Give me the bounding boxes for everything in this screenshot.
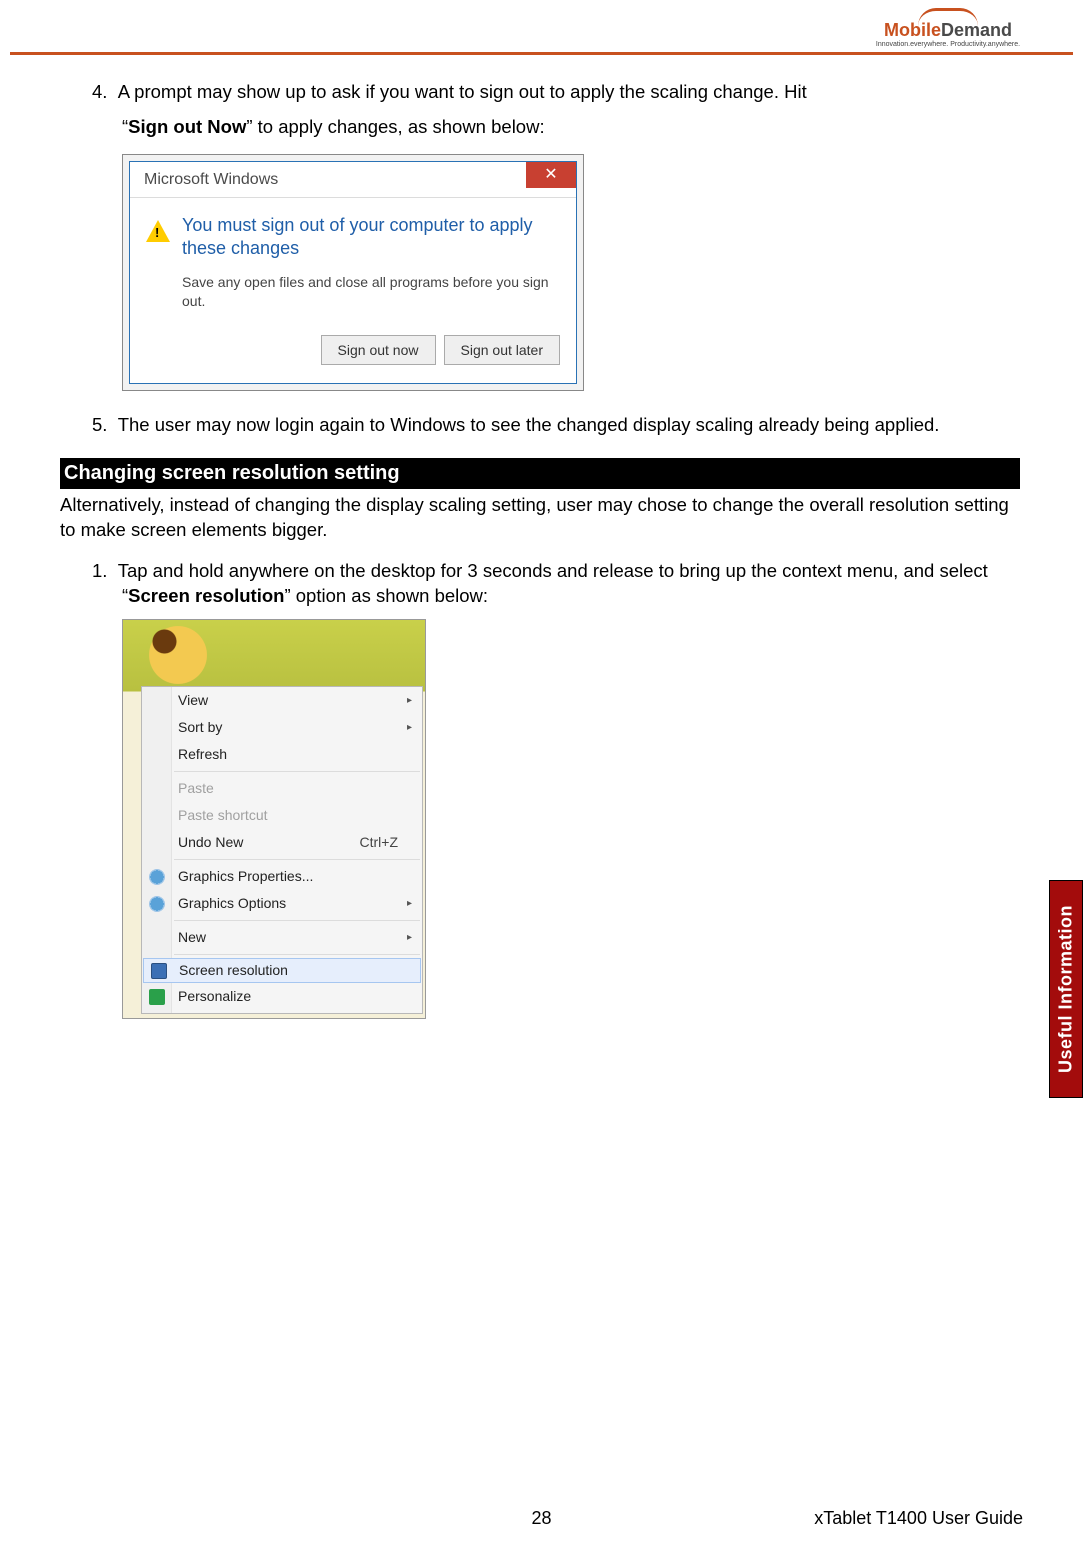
signout-dialog-screenshot: Microsoft Windows ✕ You must sign out of…	[122, 154, 584, 391]
intel-icon	[149, 869, 165, 885]
section-heading: Changing screen resolution setting	[60, 458, 1020, 489]
dialog-sub-text: Save any open files and close all progra…	[182, 273, 560, 311]
intel-icon	[149, 896, 165, 912]
chevron-right-icon: ▸	[407, 931, 412, 945]
page-number: 28	[531, 1508, 551, 1529]
chevron-right-icon: ▸	[407, 694, 412, 708]
header-rule	[10, 52, 1073, 55]
context-menu: View▸ Sort by▸ Refresh Paste Paste short…	[141, 686, 423, 1014]
side-tab-useful-information: Useful Information	[1049, 880, 1083, 1098]
dialog-title-text: Microsoft Windows	[144, 169, 278, 191]
brand-logo: MobileDemand Innovation.everywhere. Prod…	[873, 0, 1023, 48]
close-icon[interactable]: ✕	[526, 162, 576, 188]
step-5: 5. The user may now login again to Windo…	[60, 413, 1023, 438]
dialog-titlebar: Microsoft Windows ✕	[130, 162, 576, 198]
step-4-line2: “Sign out Now” to apply changes, as show…	[60, 115, 1023, 140]
menu-new[interactable]: New▸	[142, 924, 422, 951]
menu-refresh[interactable]: Refresh	[142, 741, 422, 768]
shortcut-label: Ctrl+Z	[360, 833, 399, 852]
menu-sort-by[interactable]: Sort by▸	[142, 714, 422, 741]
sign-out-later-button[interactable]: Sign out later	[444, 335, 561, 366]
doc-title: xTablet T1400 User Guide	[814, 1508, 1023, 1529]
step-4: 4. A prompt may show up to ask if you wa…	[60, 80, 1023, 105]
chevron-right-icon: ▸	[407, 721, 412, 735]
monitor-icon	[151, 963, 167, 979]
step-1: 1. Tap and hold anywhere on the desktop …	[60, 559, 1023, 609]
dialog-main-text: You must sign out of your computer to ap…	[182, 214, 560, 261]
menu-personalize[interactable]: Personalize	[142, 983, 422, 1010]
menu-paste: Paste	[142, 775, 422, 802]
sign-out-now-button[interactable]: Sign out now	[321, 335, 436, 366]
chevron-right-icon: ▸	[407, 897, 412, 911]
menu-graphics-properties[interactable]: Graphics Properties...	[142, 863, 422, 890]
menu-view[interactable]: View▸	[142, 687, 422, 714]
menu-undo-new[interactable]: Undo New Ctrl+Z	[142, 829, 422, 856]
context-menu-screenshot: View▸ Sort by▸ Refresh Paste Paste short…	[122, 619, 426, 1019]
menu-paste-shortcut: Paste shortcut	[142, 802, 422, 829]
personalize-icon	[149, 989, 165, 1005]
menu-graphics-options[interactable]: Graphics Options▸	[142, 890, 422, 917]
menu-screen-resolution[interactable]: Screen resolution	[143, 958, 421, 983]
section-intro: Alternatively, instead of changing the d…	[60, 493, 1023, 543]
warning-icon	[146, 220, 170, 242]
